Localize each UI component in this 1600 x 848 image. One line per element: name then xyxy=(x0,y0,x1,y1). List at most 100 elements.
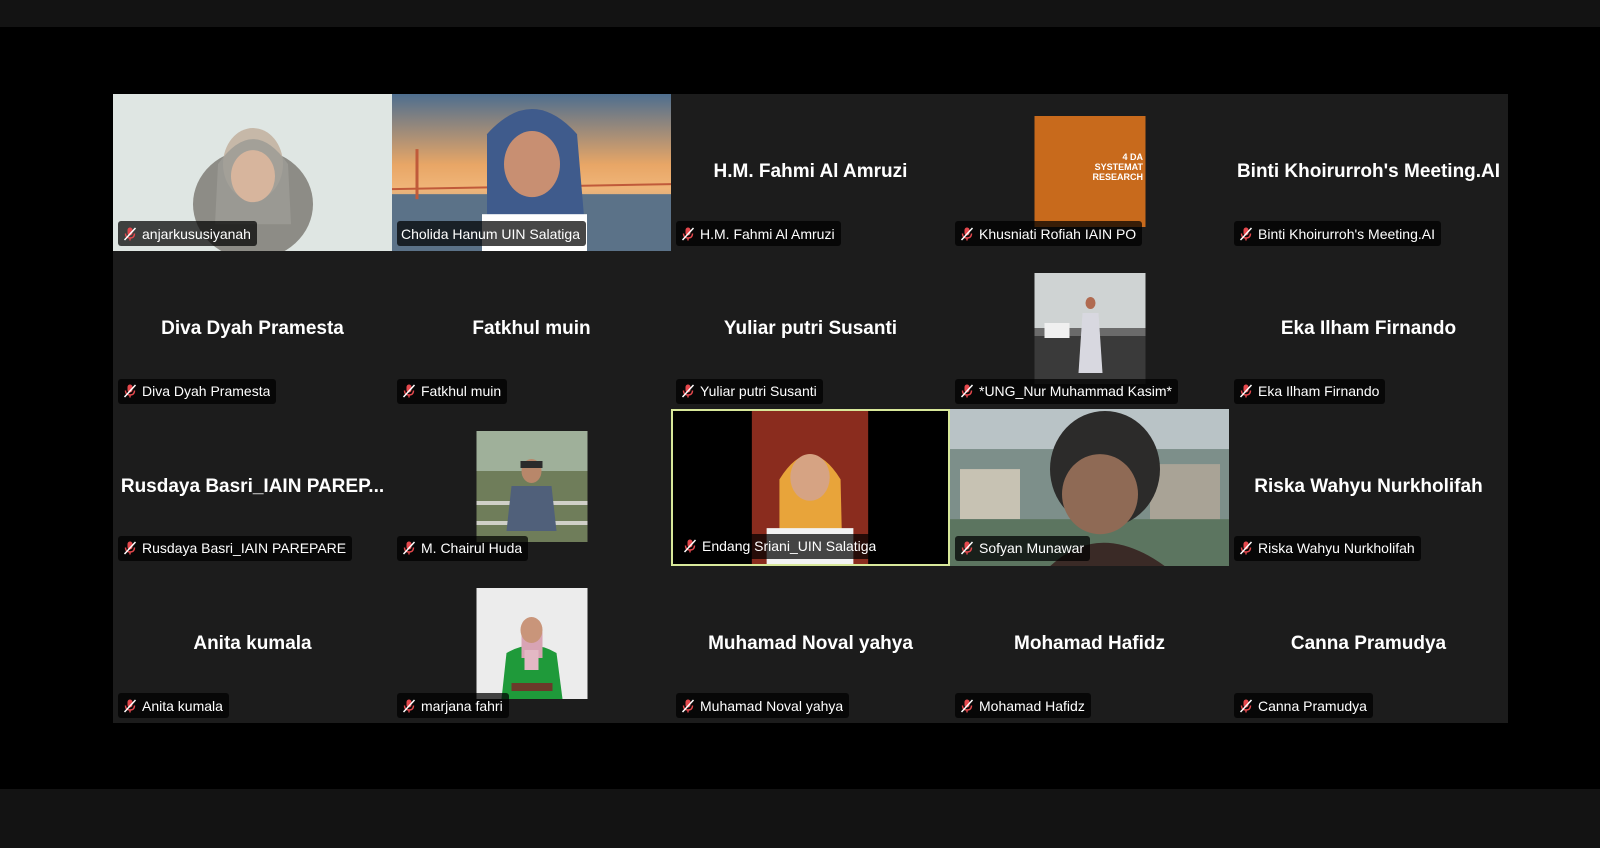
participant-name: Mohamad Hafidz xyxy=(979,697,1085,714)
participant-gallery: anjarkususiyanah Cholida Hanum UIN Salat… xyxy=(113,94,1508,723)
participant-tile[interactable]: anjarkususiyanah xyxy=(113,94,392,252)
microphone-muted-icon xyxy=(681,227,695,241)
participant-name: Anita kumala xyxy=(142,697,223,714)
participant-name-tag: Eka Ilham Firnando xyxy=(1234,378,1386,404)
participant-name: Riska Wahyu Nurkholifah xyxy=(1258,540,1415,557)
participant-display-name: H.M. Fahmi Al Amruzi xyxy=(713,161,908,182)
participant-display-name: Binti Khoirurroh's Meeting.AI xyxy=(1236,161,1501,182)
participant-display-name: Fatkhul muin xyxy=(472,318,591,340)
microphone-muted-icon xyxy=(1239,227,1253,241)
participant-name-tag: *UNG_Nur Muhammad Kasim* xyxy=(955,378,1178,404)
microphone-muted-icon xyxy=(681,384,695,398)
microphone-muted-icon xyxy=(402,384,416,398)
participant-name-tag: anjarkususiyanah xyxy=(118,221,257,247)
participant-tile[interactable]: Riska Wahyu Nurkholifah Riska Wahyu Nurk… xyxy=(1229,408,1508,566)
participant-name: anjarkususiyanah xyxy=(142,225,251,242)
participant-name-tag: Anita kumala xyxy=(118,693,229,718)
participant-name: H.M. Fahmi Al Amruzi xyxy=(700,225,835,242)
participant-tile[interactable]: *UNG_Nur Muhammad Kasim* xyxy=(950,251,1229,409)
participant-video xyxy=(476,430,587,542)
participant-name: Endang Sriani_UIN Salatiga xyxy=(702,538,877,555)
participant-name-tag: Khusniati Rofiah IAIN PO xyxy=(955,221,1143,247)
participant-name-tag: Sofyan Munawar xyxy=(955,535,1091,561)
participant-name: Khusniati Rofiah IAIN PO xyxy=(979,225,1137,242)
microphone-muted-icon xyxy=(960,698,974,713)
microphone-muted-icon xyxy=(123,384,137,398)
participant-name: *UNG_Nur Muhammad Kasim* xyxy=(979,383,1172,399)
microphone-muted-icon xyxy=(1239,384,1253,398)
participant-display-name: Rusdaya Basri_IAIN PAREP... xyxy=(120,475,385,497)
participant-display-name: Eka Ilham Firnando xyxy=(1280,318,1457,340)
microphone-muted-icon xyxy=(123,541,137,555)
participant-name: Sofyan Munawar xyxy=(979,540,1085,557)
participant-name: Diva Dyah Pramesta xyxy=(142,383,271,399)
participant-name-tag: Diva Dyah Pramesta xyxy=(118,378,277,404)
participant-name-tag: Fatkhul muin xyxy=(397,378,508,404)
participant-name-tag: marjana fahri xyxy=(397,693,509,718)
participant-tile[interactable]: Mohamad Hafidz Mohamad Hafidz xyxy=(950,565,1229,723)
participant-name-tag: Rusdaya Basri_IAIN PAREPARE xyxy=(118,535,353,561)
participant-name: Cholida Hanum UIN Salatiga xyxy=(401,225,580,242)
bottom-toolbar xyxy=(0,789,1600,848)
microphone-muted-icon xyxy=(1239,541,1253,555)
active-speaker-tile[interactable]: Endang Sriani_UIN Salatiga xyxy=(671,408,950,566)
participant-display-name: Riska Wahyu Nurkholifah xyxy=(1254,475,1483,497)
microphone-muted-icon xyxy=(123,227,137,241)
shared-screen-text: SYSTEMAT xyxy=(1094,162,1143,172)
participant-name-tag: M. Chairul Huda xyxy=(397,535,529,561)
participant-name-tag: Endang Sriani_UIN Salatiga xyxy=(678,533,883,559)
participant-tile[interactable]: marjana fahri xyxy=(392,565,671,723)
participant-name: Muhamad Noval yahya xyxy=(700,697,844,714)
participant-tile[interactable]: Binti Khoirurroh's Meeting.AI Binti Khoi… xyxy=(1229,94,1508,252)
participant-video: 4 DA SYSTEMAT RESEARCH xyxy=(1034,116,1145,227)
participant-tile[interactable]: Sofyan Munawar xyxy=(950,408,1229,566)
participant-tile[interactable]: Anita kumala Anita kumala xyxy=(113,565,392,723)
participant-name-tag: Cholida Hanum UIN Salatiga xyxy=(397,221,586,247)
participant-tile[interactable]: Fatkhul muin Fatkhul muin xyxy=(392,251,671,409)
participant-tile[interactable]: Diva Dyah Pramesta Diva Dyah Pramesta xyxy=(113,251,392,409)
microphone-muted-icon xyxy=(683,539,697,553)
microphone-muted-icon xyxy=(960,541,974,555)
participant-name: Binti Khoirurroh's Meeting.AI xyxy=(1258,225,1435,242)
participant-tile[interactable]: M. Chairul Huda xyxy=(392,408,671,566)
participant-display-name: Diva Dyah Pramesta xyxy=(161,318,344,340)
microphone-muted-icon xyxy=(402,541,416,555)
participant-tile[interactable]: Muhamad Noval yahya Muhamad Noval yahya xyxy=(671,565,950,723)
participant-name: M. Chairul Huda xyxy=(421,540,523,557)
participant-tile[interactable]: Cholida Hanum UIN Salatiga xyxy=(392,94,671,252)
microphone-muted-icon xyxy=(681,698,695,713)
participant-name: Yuliar putri Susanti xyxy=(700,383,817,399)
participant-name-tag: Mohamad Hafidz xyxy=(955,693,1091,718)
participant-name: marjana fahri xyxy=(421,697,503,714)
participant-name-tag: Canna Pramudya xyxy=(1234,693,1373,718)
participant-name-tag: Riska Wahyu Nurkholifah xyxy=(1234,535,1421,561)
participant-video xyxy=(1034,273,1145,385)
participant-name: Fatkhul muin xyxy=(421,383,502,399)
participant-name-tag: H.M. Fahmi Al Amruzi xyxy=(676,221,841,247)
participant-tile[interactable]: H.M. Fahmi Al Amruzi H.M. Fahmi Al Amruz… xyxy=(671,94,950,252)
participant-name: Canna Pramudya xyxy=(1258,697,1367,714)
participant-video xyxy=(476,587,587,699)
participant-name-tag: Muhamad Noval yahya xyxy=(676,693,850,718)
participant-tile[interactable]: Eka Ilham Firnando Eka Ilham Firnando xyxy=(1229,251,1508,409)
participant-name: Eka Ilham Firnando xyxy=(1258,383,1380,399)
participant-display-name: Mohamad Hafidz xyxy=(1014,632,1165,654)
microphone-muted-icon xyxy=(1239,698,1253,713)
participant-name-tag: Binti Khoirurroh's Meeting.AI xyxy=(1234,221,1441,247)
participant-tile[interactable]: Rusdaya Basri_IAIN PAREP... Rusdaya Basr… xyxy=(113,408,392,566)
participant-tile[interactable]: Canna Pramudya Canna Pramudya xyxy=(1229,565,1508,723)
participant-name: Rusdaya Basri_IAIN PAREPARE xyxy=(142,540,347,557)
top-toolbar xyxy=(0,0,1600,27)
microphone-muted-icon xyxy=(960,384,974,398)
participant-tile[interactable]: 4 DA SYSTEMAT RESEARCH Khusniati Rofiah … xyxy=(950,94,1229,252)
microphone-muted-icon xyxy=(402,698,416,713)
microphone-muted-icon xyxy=(123,698,137,713)
participant-display-name: Canna Pramudya xyxy=(1290,632,1447,654)
participant-display-name: Muhamad Noval yahya xyxy=(708,632,913,654)
participant-tile[interactable]: Yuliar putri Susanti Yuliar putri Susant… xyxy=(671,251,950,409)
participant-display-name: Anita kumala xyxy=(193,632,312,654)
microphone-muted-icon xyxy=(960,227,974,241)
shared-screen-text: RESEARCH xyxy=(1092,172,1143,182)
participant-display-name: Yuliar putri Susanti xyxy=(723,318,898,340)
participant-name-tag: Yuliar putri Susanti xyxy=(676,378,823,404)
